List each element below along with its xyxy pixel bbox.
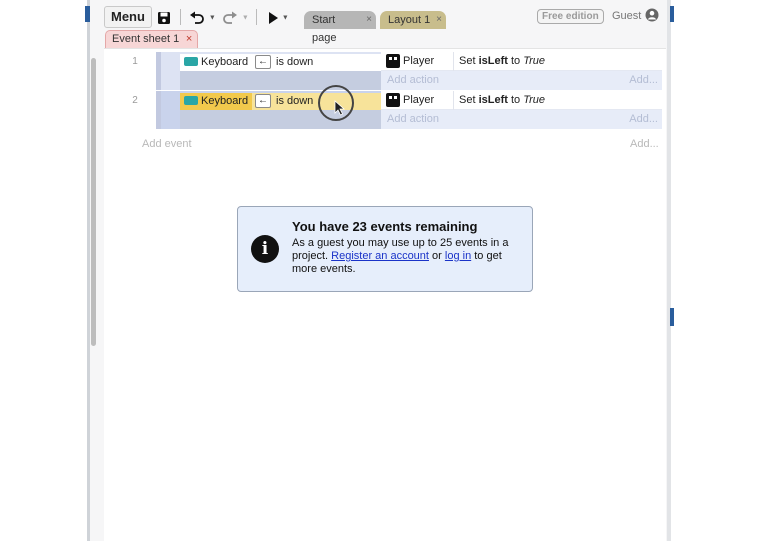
keyboard-object: Keyboard [180,54,252,71]
guest-label[interactable]: Guest [612,9,641,24]
main-toolbar: Menu ▼ ▼ ▼ Start page × Layout 1 × Free … [104,4,668,44]
add-event-more-link[interactable]: Add... [630,138,659,150]
tab-event-sheet-1[interactable]: Event sheet 1 × [105,30,199,48]
left-arrow-key-icon: ← [255,55,271,69]
tab-layout-1[interactable]: Layout 1 × [380,11,446,29]
save-icon[interactable] [157,6,171,28]
toolbar-separator [180,9,181,25]
tab-label: Start page [312,14,337,44]
object-name: Keyboard [201,95,249,107]
event-block[interactable]: Keyboard ← is down Player Set isLeft to … [156,91,662,129]
vertical-scrollbar[interactable] [91,58,96,346]
action-text: Set isLeft to True [459,94,546,106]
toolbar-separator [256,9,257,25]
window-right-accent-top [670,6,674,22]
play-icon[interactable]: ▼ [268,6,289,28]
add-action-link[interactable]: Add action [387,72,439,89]
condition-row[interactable]: Keyboard ← is down [180,54,386,71]
keyboard-icon [184,56,198,66]
actions-area[interactable]: Player Set isLeft to True Add action Add… [381,52,662,90]
keyboard-icon [184,95,198,105]
add-event-link[interactable]: Add event [142,138,192,150]
close-icon[interactable]: × [436,11,442,29]
close-icon[interactable]: × [366,11,372,29]
log-in-link[interactable]: log in [445,250,471,262]
condition-empty-space [180,71,386,90]
menu-button[interactable]: Menu [104,6,152,28]
add-action-link[interactable]: Add action [387,111,439,128]
actions-area[interactable]: Player Set isLeft to True Add action Add… [381,91,662,129]
event-block[interactable]: Keyboard ← is down Player Set isLeft to … [156,52,662,90]
notice-body: As a guest you may use up to 25 events i… [292,237,509,275]
action-row[interactable]: Player Set isLeft to True [381,52,662,71]
add-more-link[interactable]: Add... [629,72,658,89]
add-more-link[interactable]: Add... [629,111,658,128]
conditions-area[interactable]: Keyboard ← is down [156,52,386,90]
action-text: Set isLeft to True [459,55,546,67]
notice-title: You have 23 events remaining [292,219,478,234]
event-number: 1 [132,56,138,67]
mouse-cursor-icon [334,100,346,116]
object-name: Keyboard [201,56,249,68]
register-account-link[interactable]: Register an account [331,250,429,262]
events-remaining-notice: i You have 23 events remaining As a gues… [237,206,533,292]
action-object: Player [403,94,435,106]
divider [453,91,454,110]
info-icon: i [251,235,279,263]
condition-empty-space [180,110,386,129]
window-right-edge [667,0,671,541]
tab-label: Event sheet 1 [112,33,180,45]
condition-row[interactable]: Keyboard ← is down [180,93,386,110]
redo-icon[interactable]: ▼ [222,6,249,28]
player-sprite-icon [386,93,400,107]
tab-start-page[interactable]: Start page × [304,11,376,44]
left-arrow-key-icon: ← [255,94,271,108]
condition-text: is down [276,56,314,68]
keyboard-object: Keyboard [180,93,252,110]
window-right-accent-mid [670,308,674,326]
event-number: 2 [132,95,138,106]
action-object: Player [403,55,435,67]
free-edition-badge[interactable]: Free edition [537,9,604,24]
action-row[interactable]: Player Set isLeft to True [381,91,662,110]
divider [453,52,454,71]
player-sprite-icon [386,54,400,68]
condition-text: is down [276,95,314,107]
close-icon[interactable]: × [186,31,192,48]
tab-label: Layout 1 [388,14,431,26]
user-circle-icon[interactable] [645,8,659,22]
undo-icon[interactable]: ▼ [189,6,216,28]
